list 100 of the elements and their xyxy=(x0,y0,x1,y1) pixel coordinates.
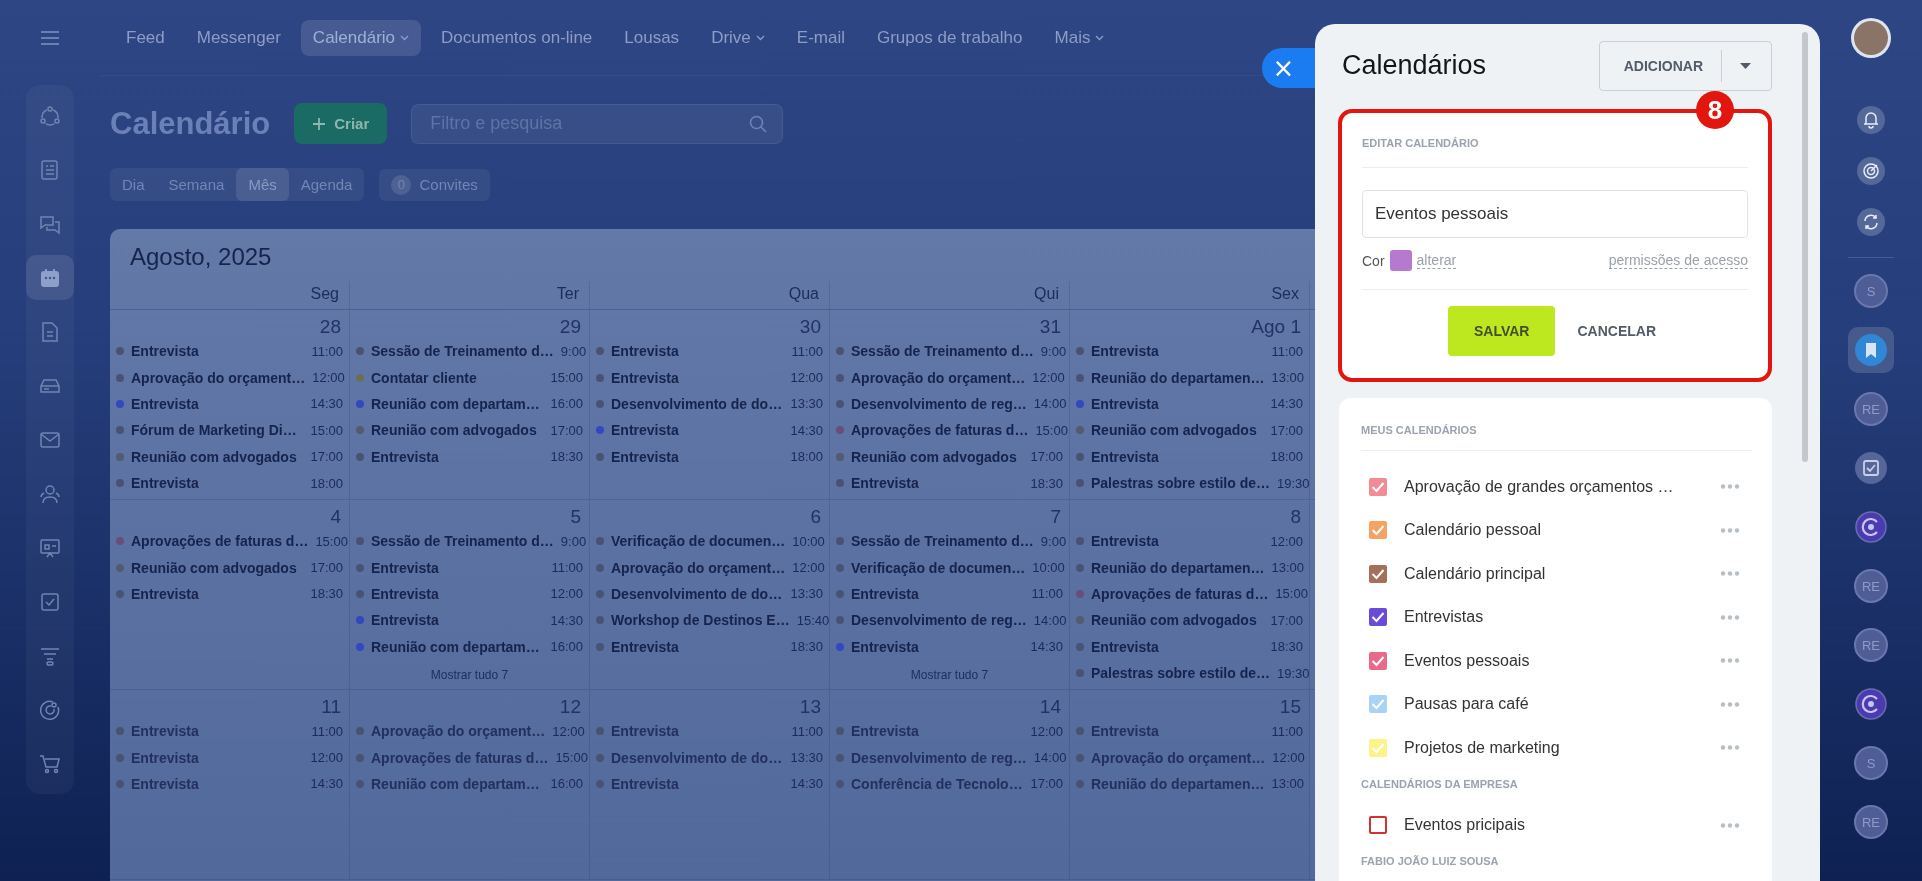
calendar-name[interactable]: Calendário pessoal xyxy=(1404,521,1720,540)
nav-tab[interactable]: Documentos on-line xyxy=(429,19,605,56)
calendar-event[interactable]: Entrevista 14:30 xyxy=(354,607,585,634)
calendar-event[interactable]: Entrevista 18:00 xyxy=(594,443,825,470)
calendar-event[interactable]: Entrevista 14:30 xyxy=(114,390,345,418)
view-tab[interactable]: Mês xyxy=(236,168,289,201)
calendar-event[interactable]: Entrevista 14:30 xyxy=(594,770,825,798)
calendar-event[interactable]: Verificação de documen… 10:00 xyxy=(834,554,1065,581)
chat-item[interactable]: S xyxy=(1848,268,1894,314)
target-icon[interactable] xyxy=(39,698,61,721)
calendar-event[interactable]: Desenvolvimento de do… 13:30 xyxy=(594,390,825,418)
more-icon[interactable] xyxy=(1720,571,1740,577)
nav-tab[interactable]: Calendário xyxy=(300,19,422,56)
more-icon[interactable] xyxy=(1720,745,1740,751)
calendar-event[interactable]: Reunião com advogados 17:00 xyxy=(1074,417,1305,444)
calendar-event[interactable]: Aprovação do orçament… 12:00 xyxy=(834,364,1065,391)
calendar-event[interactable]: Reunião com advogados 17:00 xyxy=(1074,607,1305,634)
calendar-event[interactable]: Reunião com advogados 17:00 xyxy=(114,554,345,581)
change-color-link[interactable]: alterar xyxy=(1416,252,1457,269)
nav-tab[interactable]: Mais xyxy=(1042,19,1117,56)
calendar-event[interactable]: Reunião do departamen… 13:00 xyxy=(1074,364,1305,391)
calendar-event[interactable]: Reunião do departamen… 13:00 xyxy=(1074,770,1305,798)
calendar-name[interactable]: Calendário principal xyxy=(1404,564,1720,583)
news-icon[interactable] xyxy=(39,158,61,181)
calendar-event[interactable]: Entrevista 11:00 xyxy=(594,718,825,745)
calendar-event[interactable]: Entrevista 18:30 xyxy=(114,580,345,608)
selected-chat-item[interactable] xyxy=(1848,327,1894,373)
user-avatar[interactable] xyxy=(1851,18,1891,58)
calendar-event[interactable]: Entrevista 12:00 xyxy=(354,580,585,608)
calendar-event[interactable]: Aprovação do orçament… 12:00 xyxy=(114,364,345,391)
chat-item[interactable]: RE xyxy=(1848,622,1894,668)
calendar-event[interactable]: Entrevista 18:00 xyxy=(114,469,345,497)
calendar-name[interactable]: Pausas para café xyxy=(1404,695,1720,714)
calendar-event[interactable]: Reunião com advogados 17:00 xyxy=(114,443,345,470)
target-icon[interactable] xyxy=(1856,156,1886,186)
calendar-event[interactable]: Desenvolvimento de do… 13:30 xyxy=(594,744,825,771)
calendar-event[interactable]: Sessão de Treinamento d… 9:00 xyxy=(834,528,1065,555)
calendar-checkbox[interactable] xyxy=(1369,564,1387,583)
cart-icon[interactable] xyxy=(39,752,61,775)
more-icon[interactable] xyxy=(1720,484,1740,490)
calendar-event[interactable]: Reunião com departam… 16:00 xyxy=(354,390,585,418)
people-icon[interactable] xyxy=(39,482,61,505)
calendar-event[interactable]: Contatar cliente 15:00 xyxy=(354,364,585,391)
caret-icon[interactable] xyxy=(1740,62,1751,69)
calendar-event[interactable]: Entrevista 11:00 xyxy=(834,580,1065,608)
nav-tab[interactable]: Drive xyxy=(699,19,777,56)
access-permissions-link[interactable]: permissões de acesso xyxy=(1608,252,1748,269)
calendar-checkbox[interactable] xyxy=(1369,608,1387,627)
calendar-event[interactable]: Reunião do departamen… 13:00 xyxy=(1074,554,1305,581)
nav-tab[interactable]: Lousas xyxy=(612,19,692,56)
chat-item[interactable]: S xyxy=(1848,740,1894,786)
task-icon[interactable] xyxy=(39,590,61,613)
calendar-checkbox[interactable] xyxy=(1369,816,1387,835)
scrollbar[interactable] xyxy=(1802,32,1808,462)
nav-tab[interactable]: Messenger xyxy=(184,19,293,56)
calendar-event[interactable]: Entrevista 14:30 xyxy=(114,770,345,798)
calendar-checkbox[interactable] xyxy=(1369,477,1387,496)
calendar-event[interactable]: Desenvolvimento de reg… 14:00 xyxy=(834,607,1065,634)
more-icon[interactable] xyxy=(1720,701,1740,707)
calendar-event[interactable]: Reunião com advogados 17:00 xyxy=(354,417,585,444)
calendar-event[interactable]: Desenvolvimento de do… 13:30 xyxy=(594,580,825,608)
calendar-event[interactable]: Reunião com departam… 16:00 xyxy=(354,633,585,660)
calendar-icon[interactable] xyxy=(39,266,61,289)
nav-tab[interactable]: E-mail xyxy=(784,19,857,56)
show-all-link[interactable]: Mostrar tudo 7 xyxy=(354,667,585,682)
more-icon[interactable] xyxy=(1720,822,1740,828)
calendar-event[interactable]: Entrevista 12:00 xyxy=(114,744,345,771)
sync-icon[interactable] xyxy=(1856,207,1886,237)
close-button[interactable]: × xyxy=(1262,48,1315,88)
nav-tab[interactable]: Feed xyxy=(114,19,177,56)
chat-item[interactable]: RE xyxy=(1848,563,1894,609)
calendar-event[interactable]: Reunião com departam… 16:00 xyxy=(354,770,585,798)
calendar-name[interactable]: Entrevistas xyxy=(1404,608,1720,627)
calendar-event[interactable]: Fórum de Marketing Di… 15:00 xyxy=(114,417,345,444)
save-button[interactable]: SALVAR xyxy=(1447,306,1556,356)
add-label[interactable]: ADICIONAR xyxy=(1623,57,1703,74)
calendar-event[interactable]: Sessão de Treinamento d… 9:00 xyxy=(354,338,585,365)
calendar-checkbox[interactable] xyxy=(1369,651,1387,670)
create-button[interactable]: Criar xyxy=(294,103,388,144)
calendar-name[interactable]: Projetos de marketing xyxy=(1404,738,1720,757)
nav-tab[interactable]: Grupos de trabalho xyxy=(864,19,1035,56)
calendar-event[interactable]: Entrevista 14:30 xyxy=(594,417,825,444)
chat-item[interactable]: RE xyxy=(1848,799,1894,845)
calendar-event[interactable]: Entrevista 18:00 xyxy=(1074,443,1305,470)
cancel-button[interactable]: CANCELAR xyxy=(1571,306,1662,356)
calendar-event[interactable]: Entrevista 11:00 xyxy=(594,338,825,365)
sidebar-item-active[interactable] xyxy=(26,255,74,300)
view-tab[interactable]: Agenda xyxy=(288,168,365,201)
calendar-event[interactable]: Desenvolvimento de reg… 14:00 xyxy=(834,390,1065,418)
calendar-event[interactable]: Desenvolvimento de reg… 14:00 xyxy=(834,744,1065,771)
calendar-name[interactable]: Eventos pricipais xyxy=(1404,816,1720,835)
calendar-event[interactable]: Entrevista 18:30 xyxy=(1074,633,1305,660)
calendar-event[interactable]: Entrevista 11:00 xyxy=(1074,338,1305,365)
calendar-event[interactable]: Entrevista 18:30 xyxy=(354,443,585,470)
more-icon[interactable] xyxy=(1720,614,1740,620)
calendar-checkbox[interactable] xyxy=(1369,521,1387,540)
show-all-link[interactable]: Mostrar tudo 7 xyxy=(834,667,1065,682)
calendar-event[interactable]: Aprovação do orçament… 12:00 xyxy=(1074,744,1305,771)
more-icon[interactable] xyxy=(1720,527,1740,533)
calendar-name[interactable]: Eventos pessoais xyxy=(1404,651,1720,670)
